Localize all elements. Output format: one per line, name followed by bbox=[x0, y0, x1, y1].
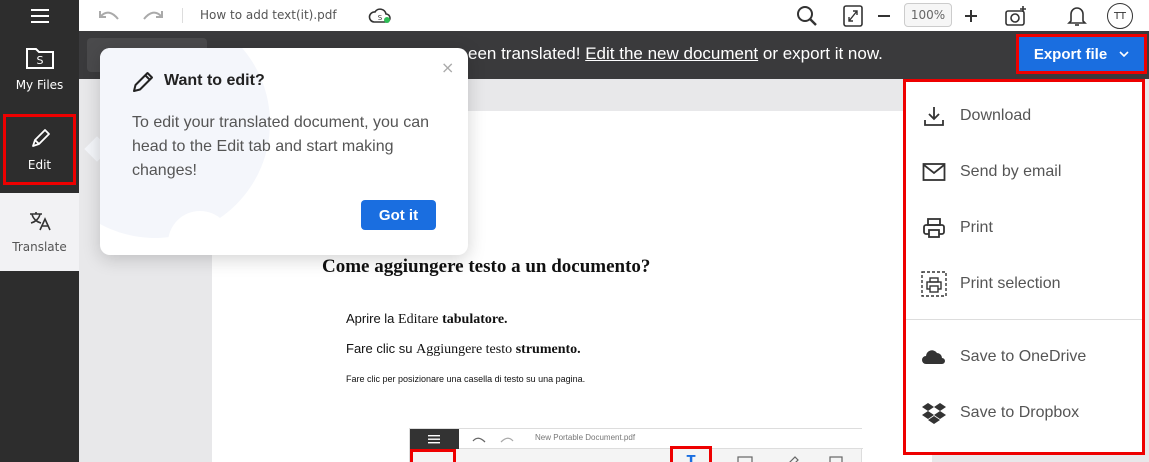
print-selection-icon bbox=[921, 271, 947, 297]
banner-message: een translated! Edit the new document or… bbox=[468, 44, 883, 64]
svg-text:S: S bbox=[378, 14, 383, 22]
document-heading: Come aggiungere testo a un documento? bbox=[322, 256, 651, 277]
line-1-part-a: Aprire la bbox=[346, 311, 399, 326]
mail-icon bbox=[921, 159, 947, 185]
banner-text-suffix: or export it now. bbox=[758, 44, 883, 63]
popover-title: Want to edit? bbox=[164, 72, 265, 89]
download-icon bbox=[921, 103, 947, 129]
popover-body: To edit your translated document, you ca… bbox=[132, 114, 430, 179]
embedded-edit-highlight bbox=[410, 449, 456, 462]
zoom-in-button[interactable] bbox=[961, 0, 981, 31]
export-file-label: Export file bbox=[1033, 45, 1108, 63]
sidebar-item-edit[interactable]: Edit bbox=[3, 114, 76, 185]
translate-icon bbox=[29, 212, 51, 231]
menu-item-print[interactable]: Print bbox=[906, 200, 1142, 256]
export-file-highlight: Export file bbox=[1016, 34, 1147, 74]
line-2-part-a: Fare clic su bbox=[346, 341, 417, 356]
embedded-toolbar: New Portable Document.pdf bbox=[459, 429, 863, 449]
zoom-out-button[interactable] bbox=[874, 0, 894, 31]
plus-icon bbox=[965, 9, 977, 22]
menu-divider bbox=[906, 319, 1142, 320]
camera-add-icon bbox=[1005, 5, 1026, 26]
search-icon bbox=[797, 5, 817, 26]
minus-icon bbox=[878, 14, 890, 17]
notifications-button[interactable] bbox=[1065, 0, 1089, 31]
export-dropdown-menu: Download Send by email Print Print selec… bbox=[903, 79, 1145, 455]
top-toolbar: How to add text(it).pdf S 100% TT bbox=[79, 0, 1149, 31]
sidebar-item-my-files[interactable]: S My Files bbox=[0, 31, 79, 107]
undo-redo-icon bbox=[472, 437, 514, 443]
undo-icon bbox=[99, 10, 119, 20]
redo-icon bbox=[143, 10, 163, 20]
hamburger-icon bbox=[30, 8, 49, 23]
dropbox-icon bbox=[921, 400, 947, 426]
undo-button[interactable] bbox=[97, 0, 121, 31]
add-image-button[interactable] bbox=[1003, 0, 1029, 31]
menu-item-label: Save to OneDrive bbox=[960, 348, 1087, 365]
embedded-menu-bar bbox=[410, 429, 459, 449]
line-1-part-c: tabulatore. bbox=[442, 312, 508, 327]
fit-page-icon bbox=[843, 4, 863, 27]
embedded-tool-icons bbox=[737, 456, 843, 462]
edit-tip-popover: Want to edit? × To edit your translated … bbox=[100, 48, 468, 255]
edit-new-document-link[interactable]: Edit the new document bbox=[585, 44, 758, 63]
embedded-filename: New Portable Document.pdf bbox=[535, 433, 636, 442]
left-sidebar: S My Files Edit Translate bbox=[0, 0, 79, 462]
folder-icon: S bbox=[25, 48, 54, 69]
sidebar-item-translate[interactable]: Translate bbox=[0, 193, 79, 271]
svg-text:S: S bbox=[36, 54, 43, 67]
printer-icon bbox=[921, 215, 947, 241]
hamburger-icon bbox=[428, 435, 440, 444]
chevron-down-icon bbox=[1119, 51, 1129, 57]
redo-button[interactable] bbox=[141, 0, 165, 31]
line-2-part-b: Aggiungere testo bbox=[416, 342, 513, 357]
menu-item-label: Download bbox=[960, 107, 1032, 124]
menu-item-label: Print selection bbox=[960, 275, 1061, 292]
search-button[interactable] bbox=[795, 0, 819, 31]
menu-item-download[interactable]: Download bbox=[906, 88, 1142, 144]
embedded-screenshot: New Portable Document.pdf T bbox=[409, 428, 863, 462]
sidebar-item-label: Edit bbox=[27, 157, 52, 172]
export-file-button[interactable]: Export file bbox=[1034, 46, 1129, 63]
svg-text:T: T bbox=[687, 454, 696, 462]
menu-item-save-to-dropbox[interactable]: Save to Dropbox bbox=[906, 385, 1142, 441]
popover-close-button[interactable]: × bbox=[441, 58, 454, 77]
embedded-text-tool-highlight: T bbox=[670, 446, 712, 462]
file-name[interactable]: How to add text(it).pdf bbox=[200, 8, 337, 22]
sidebar-item-label: Translate bbox=[12, 240, 67, 254]
document-line-3: Fare clic per posizionare una casella di… bbox=[346, 374, 586, 384]
got-it-button[interactable]: Got it bbox=[361, 200, 436, 230]
menu-item-save-to-onedrive[interactable]: Save to OneDrive bbox=[906, 329, 1142, 385]
line-2-part-c: strumento. bbox=[515, 342, 581, 357]
hamburger-menu-button[interactable] bbox=[0, 0, 79, 31]
banner-text-prefix: een translated! bbox=[468, 44, 581, 63]
onedrive-icon bbox=[921, 344, 947, 370]
menu-item-print-selection[interactable]: Print selection bbox=[906, 256, 1142, 312]
document-line-1: Aprire la Editare tabulatore. bbox=[346, 311, 508, 328]
pencil-icon bbox=[31, 128, 50, 147]
zoom-level[interactable]: 100% bbox=[904, 3, 952, 27]
fit-page-button[interactable] bbox=[841, 0, 865, 31]
toolbar-divider bbox=[182, 8, 183, 23]
bell-icon bbox=[1067, 6, 1087, 26]
menu-item-send-by-email[interactable]: Send by email bbox=[906, 144, 1142, 200]
line-1-part-b: Editare bbox=[398, 312, 439, 327]
pencil-icon bbox=[133, 72, 153, 92]
menu-item-label: Save to Dropbox bbox=[960, 404, 1080, 421]
cloud-sync-status[interactable]: S bbox=[367, 0, 393, 31]
document-line-2: Fare clic su Aggiungere testo strumento. bbox=[346, 341, 581, 358]
menu-item-label: Send by email bbox=[960, 163, 1062, 180]
sidebar-item-label: My Files bbox=[15, 78, 64, 92]
text-tool-icon: T bbox=[687, 454, 696, 462]
cloud-sync-icon: S bbox=[368, 7, 391, 23]
user-avatar[interactable]: TT bbox=[1107, 3, 1133, 29]
menu-item-label: Print bbox=[960, 219, 993, 236]
